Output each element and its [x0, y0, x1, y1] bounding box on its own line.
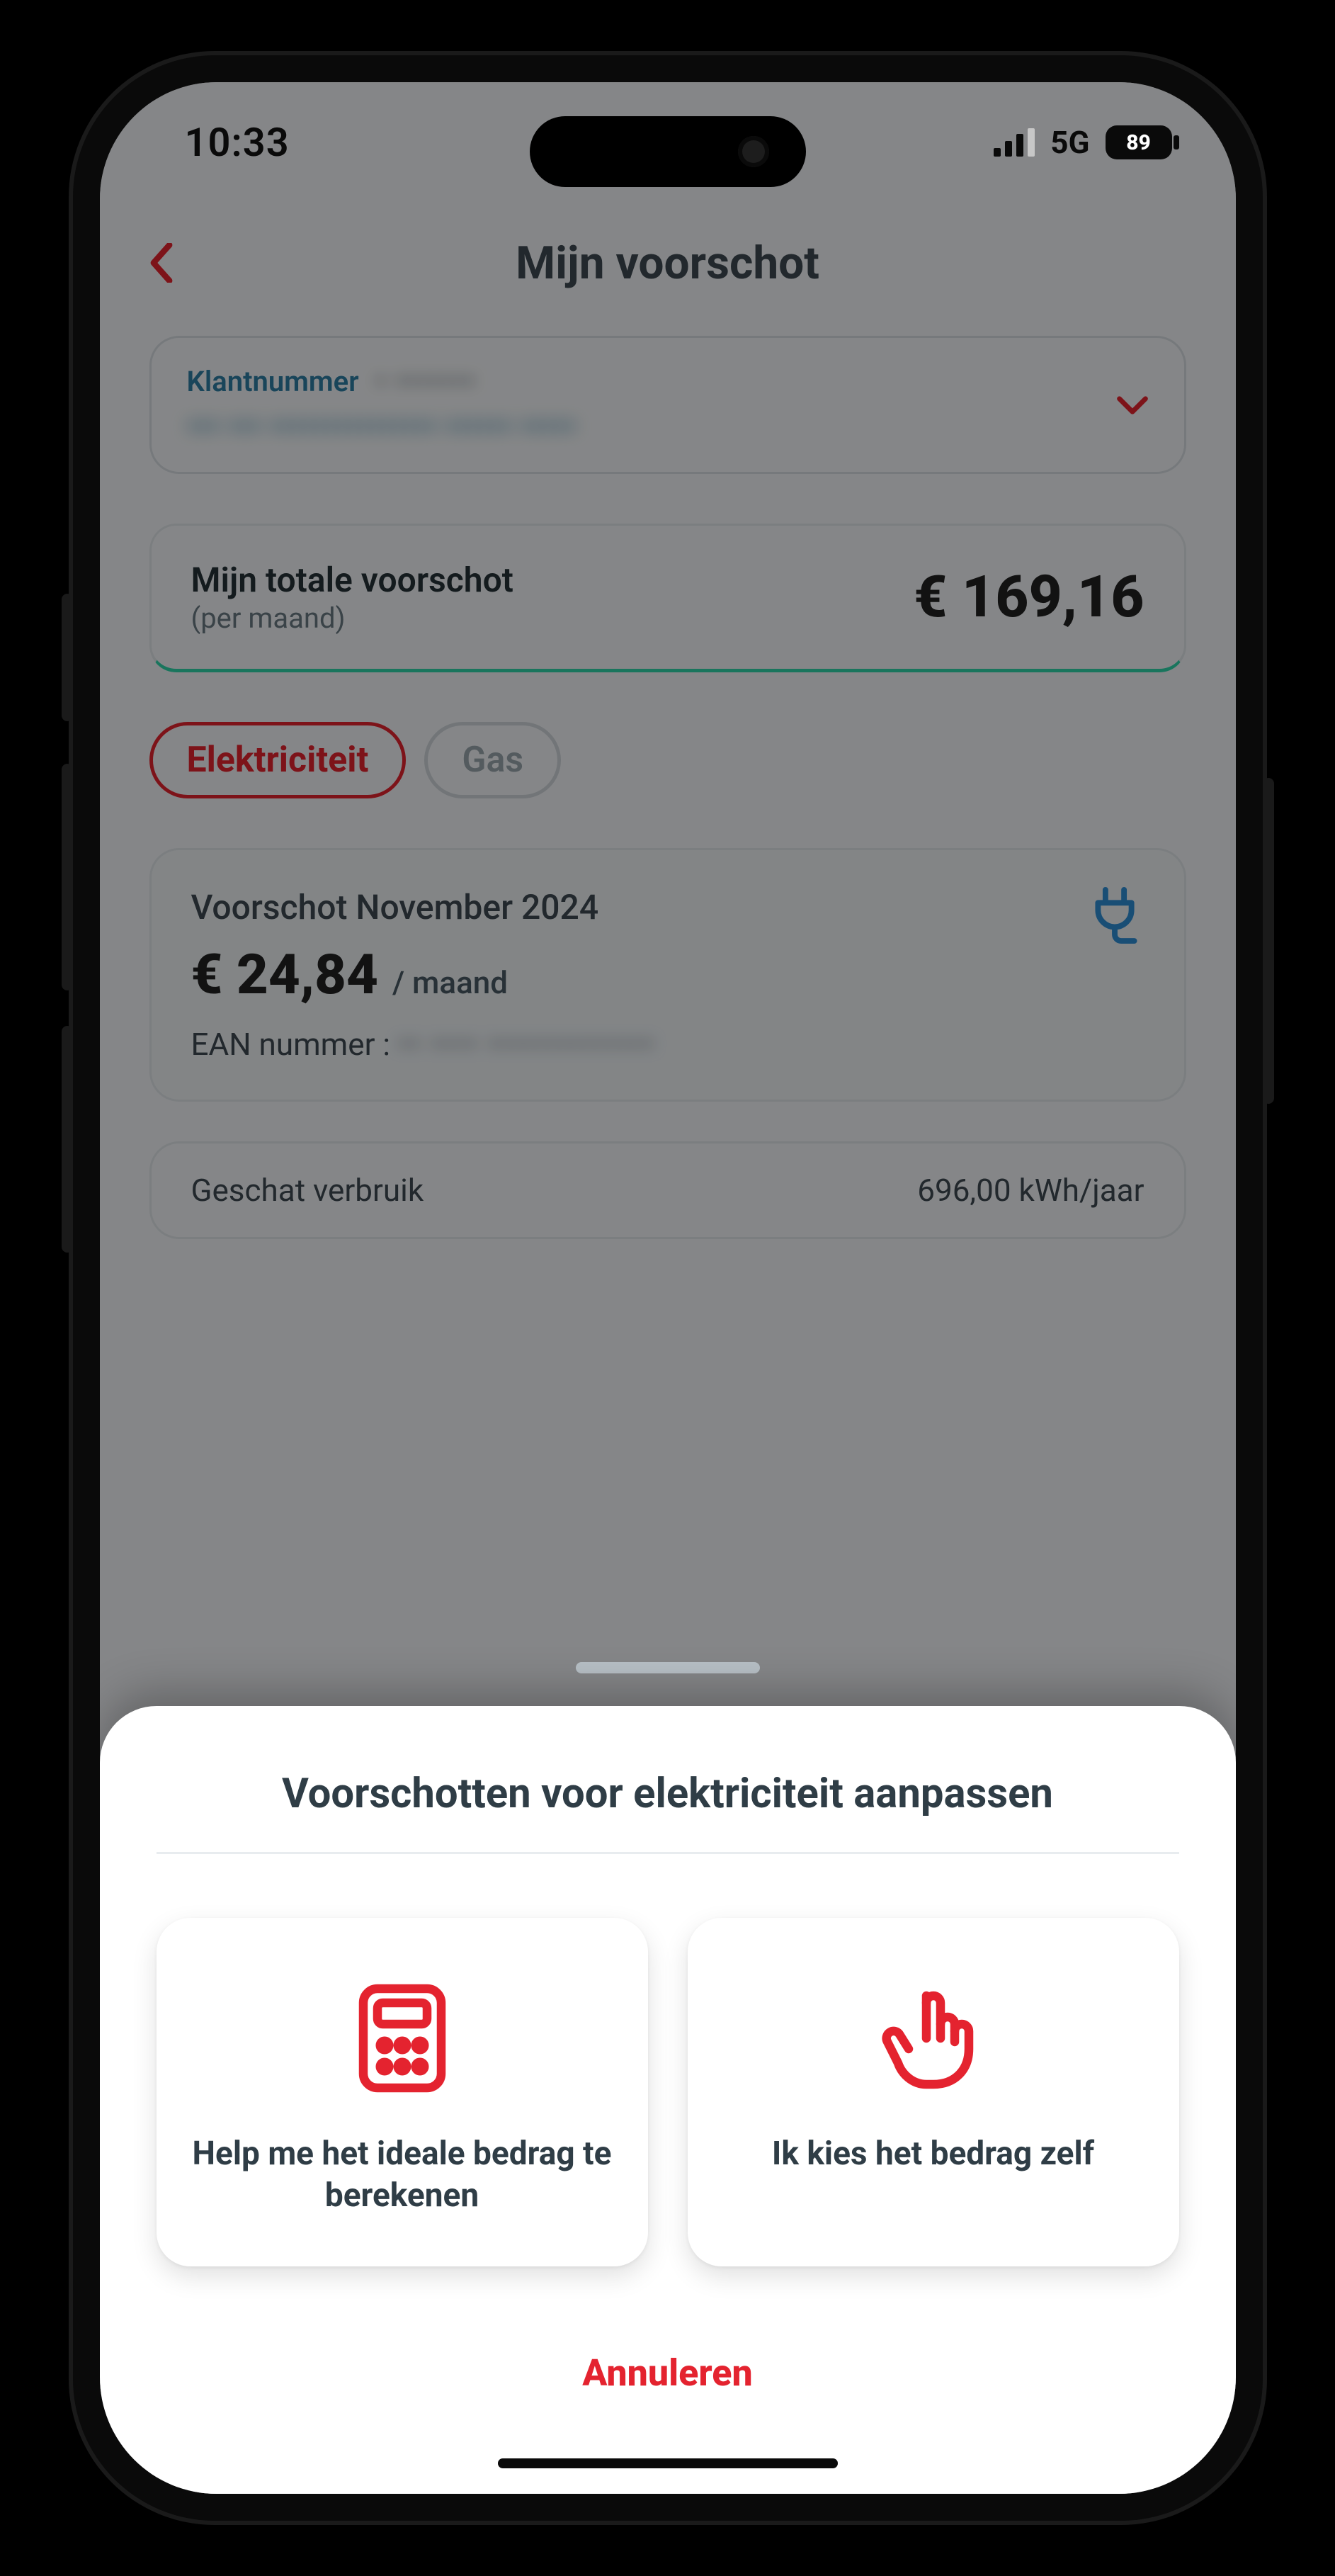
content: Klantnummer • ••••••• ••• ••• ••••••••••…: [100, 336, 1236, 1239]
total-amount: € 169,16: [914, 563, 1144, 631]
home-indicator[interactable]: [498, 2458, 838, 2468]
option-calculate-label: Help me het ideale bedrag te berekenen: [185, 2133, 620, 2217]
account-label: Klantnummer: [187, 365, 359, 398]
total-sublabel: (per maand): [191, 601, 513, 635]
side-button-vol-down: [62, 1026, 73, 1253]
elec-amount: € 24,84: [191, 943, 378, 1007]
pointer-hand-icon: [877, 1982, 990, 2095]
total-label: Mijn totale voorschot: [191, 560, 513, 600]
stage: 10:33 5G 89 Mijn voorschot: [0, 0, 1335, 2576]
network-label: 5G: [1050, 124, 1089, 161]
option-manual-label: Ik kies het bedrag zelf: [772, 2133, 1094, 2175]
page-title: Mijn voorschot: [516, 237, 819, 290]
dynamic-island: [530, 116, 806, 187]
bottom-sheet: Voorschotten voor elektriciteit aanpasse…: [100, 1706, 1236, 2494]
tab-gas[interactable]: Gas: [424, 722, 561, 798]
battery-level: 89: [1126, 130, 1151, 155]
elec-period: Voorschot November 2024: [191, 887, 1144, 927]
screen: 10:33 5G 89 Mijn voorschot: [100, 82, 1236, 2494]
elec-per: / maand: [392, 964, 508, 1001]
sheet-title: Voorschotten voor elektriciteit aanpasse…: [157, 1770, 1179, 1854]
back-button[interactable]: [149, 243, 174, 283]
sheet-options: Help me het ideale bedrag te berekenen I…: [157, 1918, 1179, 2266]
cancel-button[interactable]: Annuleren: [157, 2351, 1179, 2395]
estimate-value: 696,00 kWh/jaar: [917, 1172, 1144, 1209]
total-card: Mijn totale voorschot (per maand) € 169,…: [149, 524, 1186, 672]
account-address-masked: ••• ••• ••••••••••••••• •••••• •••••: [187, 408, 1095, 445]
status-right: 5G 89: [994, 124, 1171, 161]
option-calculate[interactable]: Help me het ideale bedrag te berekenen: [157, 1918, 648, 2266]
chevron-down-icon: [1116, 389, 1149, 422]
tab-electricity-label: Elektriciteit: [187, 740, 369, 781]
ean-masked: •• •••• ••••••••••••••: [398, 1026, 655, 1063]
nav-bar: Mijn voorschot: [100, 203, 1236, 323]
estimate-label: Geschat verbruik: [191, 1172, 424, 1209]
estimate-row: Geschat verbruik 696,00 kWh/jaar: [149, 1141, 1186, 1239]
electricity-card: Voorschot November 2024 € 24,84 / maand …: [149, 848, 1186, 1102]
sheet-handle-icon[interactable]: [576, 1662, 760, 1673]
tab-electricity[interactable]: Elektriciteit: [149, 722, 407, 798]
signal-icon: [994, 128, 1035, 157]
ean-label: EAN nummer :: [191, 1026, 391, 1063]
phone-frame: 10:33 5G 89 Mijn voorschot: [73, 55, 1263, 2521]
side-button-silent: [62, 594, 73, 721]
calculator-icon: [346, 1982, 459, 2095]
side-button-power: [1263, 778, 1274, 1104]
account-info: Klantnummer • ••••••• ••• ••• ••••••••••…: [187, 365, 1095, 445]
account-number-masked: • •••••••: [376, 365, 476, 398]
plug-icon: [1085, 884, 1144, 944]
account-selector[interactable]: Klantnummer • ••••••• ••• ••• ••••••••••…: [149, 336, 1186, 474]
status-time: 10:33: [185, 119, 290, 166]
chevron-left-icon: [149, 243, 174, 283]
battery-icon: 89: [1106, 125, 1172, 159]
tab-gas-label: Gas: [462, 740, 523, 781]
energy-tabs: Elektriciteit Gas: [149, 722, 1186, 798]
cancel-label: Annuleren: [582, 2351, 753, 2395]
option-manual[interactable]: Ik kies het bedrag zelf: [688, 1918, 1179, 2266]
side-button-vol-up: [62, 764, 73, 990]
